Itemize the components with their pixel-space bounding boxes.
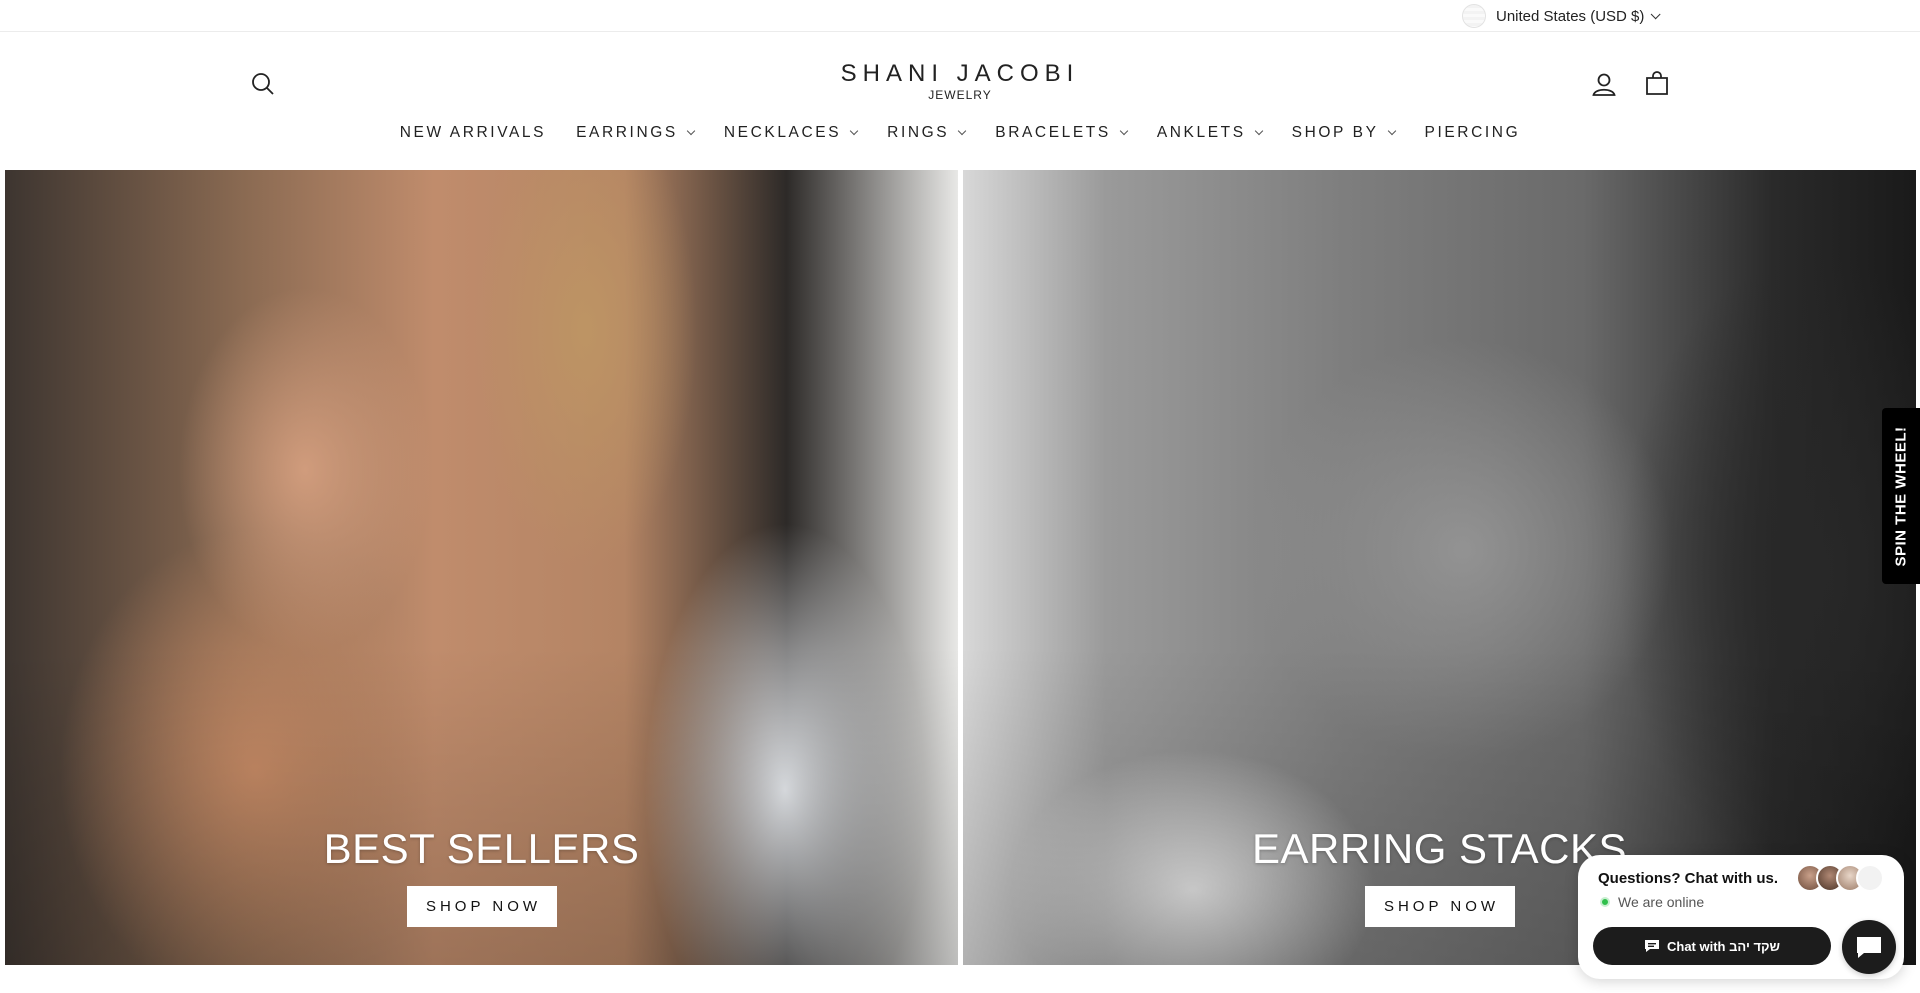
hero-title: BEST SELLERS <box>323 825 640 872</box>
nav-rings[interactable]: RINGS <box>887 124 967 142</box>
hero-earring-stacks[interactable]: EARRING STACKS SHOP NOW <box>963 170 1916 965</box>
nav-new-arrivals[interactable]: NEW ARRIVALS <box>400 124 546 142</box>
cart-button[interactable] <box>1644 70 1670 96</box>
nav-shop-by[interactable]: SHOP BY <box>1291 124 1396 142</box>
nav-piercing[interactable]: PIERCING <box>1425 124 1521 142</box>
nav-label: SHOP BY <box>1291 124 1379 141</box>
chevron-down-icon <box>849 126 859 136</box>
currency-selector[interactable]: United States (USD $) <box>1462 4 1661 28</box>
chat-bubble-icon <box>1644 940 1659 952</box>
spin-tab-label: SPIN THE WHEEL! <box>1892 425 1910 567</box>
logo-subtext: JEWELRY <box>928 88 992 102</box>
chevron-down-icon <box>686 126 696 136</box>
chevron-down-icon <box>1119 126 1129 136</box>
chat-launcher-button[interactable] <box>1842 920 1896 974</box>
top-bar: United States (USD $) <box>0 0 1920 32</box>
flag-icon <box>1462 4 1486 28</box>
currency-label: United States (USD $) <box>1496 7 1645 25</box>
chat-icon <box>1857 937 1881 958</box>
chat-status: We are online <box>1600 894 1704 910</box>
chevron-down-icon <box>1254 126 1263 136</box>
site-logo[interactable]: SHANI JACOBI JEWELRY <box>810 60 1110 102</box>
chat-status-label: We are online <box>1618 894 1705 910</box>
main-nav: NEW ARRIVALS EARRINGS NECKLACES RINGS BR… <box>0 120 1920 146</box>
chevron-down-icon <box>1387 126 1396 136</box>
nav-label: ANKLETS <box>1156 124 1246 141</box>
nav-label: PIERCING <box>1424 124 1521 141</box>
shop-now-button[interactable]: SHOP NOW <box>406 886 557 927</box>
shop-now-button[interactable]: SHOP NOW <box>1364 886 1515 927</box>
avatar <box>1856 864 1884 892</box>
user-icon <box>1592 73 1616 96</box>
nav-label: EARRINGS <box>576 124 678 141</box>
nav-label: RINGS <box>887 124 950 141</box>
chat-question: Questions? Chat with us. <box>1598 870 1779 887</box>
search-icon <box>252 73 274 95</box>
hero-best-sellers[interactable]: BEST SELLERS SHOP NOW <box>5 170 958 965</box>
chevron-down-icon <box>958 126 967 136</box>
nav-label: BRACELETS <box>995 124 1111 141</box>
nav-label: NEW ARRIVALS <box>399 124 547 141</box>
chevron-down-icon <box>1651 8 1661 19</box>
search-button[interactable] <box>250 71 276 97</box>
start-chat-label: Chat with שקד יהב <box>1666 938 1781 954</box>
nav-earrings[interactable]: EARRINGS <box>576 124 696 142</box>
nav-bracelets[interactable]: BRACELETS <box>995 124 1129 142</box>
online-dot-icon <box>1600 897 1610 907</box>
cart-icon <box>1646 71 1668 95</box>
start-chat-button[interactable]: Chat with שקד יהב <box>1593 927 1831 965</box>
nav-label: NECKLACES <box>723 124 842 141</box>
spin-the-wheel-tab[interactable]: SPIN THE WHEEL! <box>1882 408 1920 584</box>
logo-text: SHANI JACOBI <box>840 60 1080 87</box>
nav-necklaces[interactable]: NECKLACES <box>723 124 859 142</box>
account-button[interactable] <box>1591 71 1617 97</box>
agent-avatars <box>1796 864 1884 892</box>
nav-anklets[interactable]: ANKLETS <box>1156 124 1263 142</box>
